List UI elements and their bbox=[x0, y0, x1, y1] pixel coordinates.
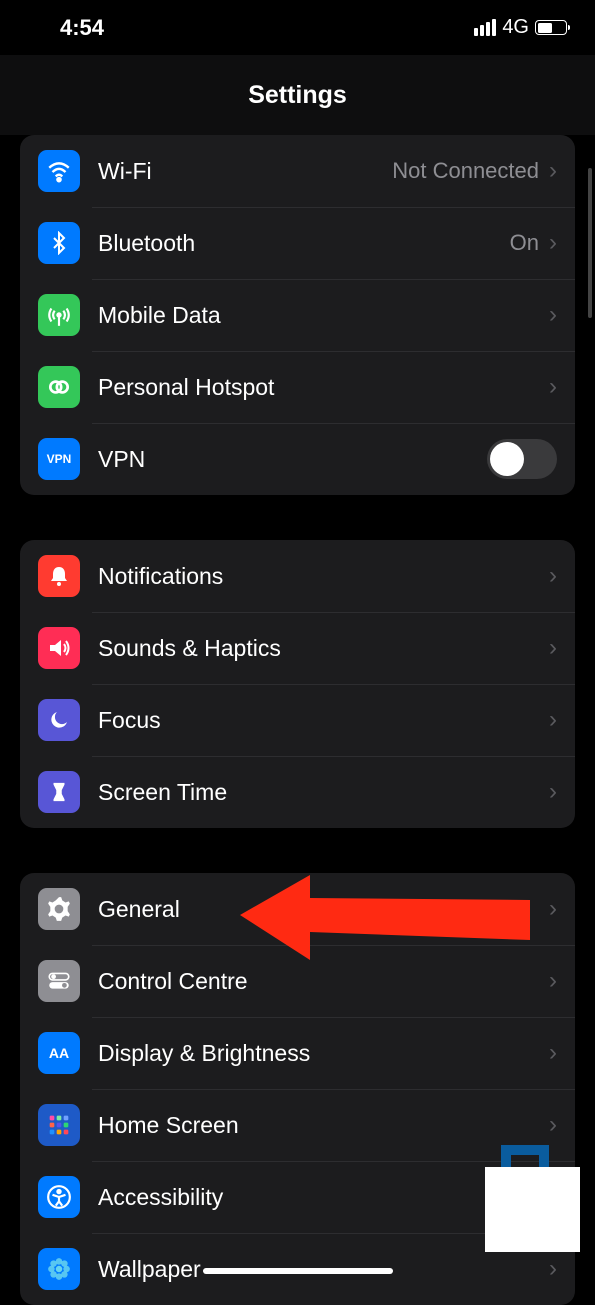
chevron-right-icon: › bbox=[549, 967, 557, 995]
settings-group: Wi-FiNot Connected›BluetoothOn›Mobile Da… bbox=[20, 135, 575, 495]
row-value: On bbox=[510, 230, 539, 256]
row-value: Not Connected bbox=[392, 158, 539, 184]
settings-row-mobiledata[interactable]: Mobile Data› bbox=[20, 279, 575, 351]
status-bar: 4:54 4G bbox=[0, 0, 595, 55]
corner-overlay bbox=[485, 1167, 580, 1252]
switches-icon bbox=[38, 960, 80, 1002]
battery-icon bbox=[535, 20, 567, 35]
chevron-right-icon: › bbox=[549, 706, 557, 734]
row-label: Notifications bbox=[98, 563, 549, 590]
row-label: Focus bbox=[98, 707, 549, 734]
row-label: Screen Time bbox=[98, 779, 549, 806]
row-label: General bbox=[98, 896, 549, 923]
chevron-right-icon: › bbox=[549, 373, 557, 401]
chevron-right-icon: › bbox=[549, 778, 557, 806]
chevron-right-icon: › bbox=[549, 157, 557, 185]
gear-icon bbox=[38, 888, 80, 930]
chevron-right-icon: › bbox=[549, 1111, 557, 1139]
scroll-indicator[interactable] bbox=[588, 168, 592, 318]
row-label: VPN bbox=[98, 446, 487, 473]
moon-icon bbox=[38, 699, 80, 741]
chevron-right-icon: › bbox=[549, 301, 557, 329]
bluetooth-icon bbox=[38, 222, 80, 264]
grid-icon bbox=[38, 1104, 80, 1146]
row-label: Bluetooth bbox=[98, 230, 510, 257]
antenna-icon bbox=[38, 294, 80, 336]
chevron-right-icon: › bbox=[549, 895, 557, 923]
vpn-icon: VPN bbox=[38, 438, 80, 480]
row-label: Wi-Fi bbox=[98, 158, 392, 185]
settings-row-hotspot[interactable]: Personal Hotspot› bbox=[20, 351, 575, 423]
settings-row-screentime[interactable]: Screen Time› bbox=[20, 756, 575, 828]
bell-icon bbox=[38, 555, 80, 597]
row-label: Mobile Data bbox=[98, 302, 549, 329]
row-label: Accessibility bbox=[98, 1184, 549, 1211]
chevron-right-icon: › bbox=[549, 1255, 557, 1283]
settings-row-controlcentre[interactable]: Control Centre› bbox=[20, 945, 575, 1017]
speaker-icon bbox=[38, 627, 80, 669]
row-label: Control Centre bbox=[98, 968, 549, 995]
settings-row-display[interactable]: AA Display & Brightness› bbox=[20, 1017, 575, 1089]
settings-row-notifications[interactable]: Notifications› bbox=[20, 540, 575, 612]
chevron-right-icon: › bbox=[549, 634, 557, 662]
accessibility-icon bbox=[38, 1176, 80, 1218]
hotspot-icon bbox=[38, 366, 80, 408]
settings-row-sounds[interactable]: Sounds & Haptics› bbox=[20, 612, 575, 684]
status-time: 4:54 bbox=[60, 15, 104, 41]
settings-row-homescreen[interactable]: Home Screen› bbox=[20, 1089, 575, 1161]
row-label: Personal Hotspot bbox=[98, 374, 549, 401]
home-indicator[interactable] bbox=[203, 1268, 393, 1274]
network-label: 4G bbox=[502, 16, 529, 39]
toggle-vpn[interactable] bbox=[487, 439, 557, 479]
status-right: 4G bbox=[474, 16, 567, 39]
settings-row-focus[interactable]: Focus› bbox=[20, 684, 575, 756]
row-label: Sounds & Haptics bbox=[98, 635, 549, 662]
row-label: Home Screen bbox=[98, 1112, 549, 1139]
settings-row-bluetooth[interactable]: BluetoothOn › bbox=[20, 207, 575, 279]
settings-row-wifi[interactable]: Wi-FiNot Connected › bbox=[20, 135, 575, 207]
settings-row-general[interactable]: General› bbox=[20, 873, 575, 945]
text-size-icon: AA bbox=[38, 1032, 80, 1074]
page-title: Settings bbox=[248, 81, 347, 110]
hourglass-icon bbox=[38, 771, 80, 813]
settings-group: Notifications›Sounds & Haptics›Focus›Scr… bbox=[20, 540, 575, 828]
page-header: Settings bbox=[0, 55, 595, 135]
chevron-right-icon: › bbox=[549, 562, 557, 590]
signal-icon bbox=[474, 19, 496, 36]
wifi-icon bbox=[38, 150, 80, 192]
settings-row-vpn[interactable]: VPN VPN bbox=[20, 423, 575, 495]
row-label: Display & Brightness bbox=[98, 1040, 549, 1067]
chevron-right-icon: › bbox=[549, 229, 557, 257]
chevron-right-icon: › bbox=[549, 1039, 557, 1067]
